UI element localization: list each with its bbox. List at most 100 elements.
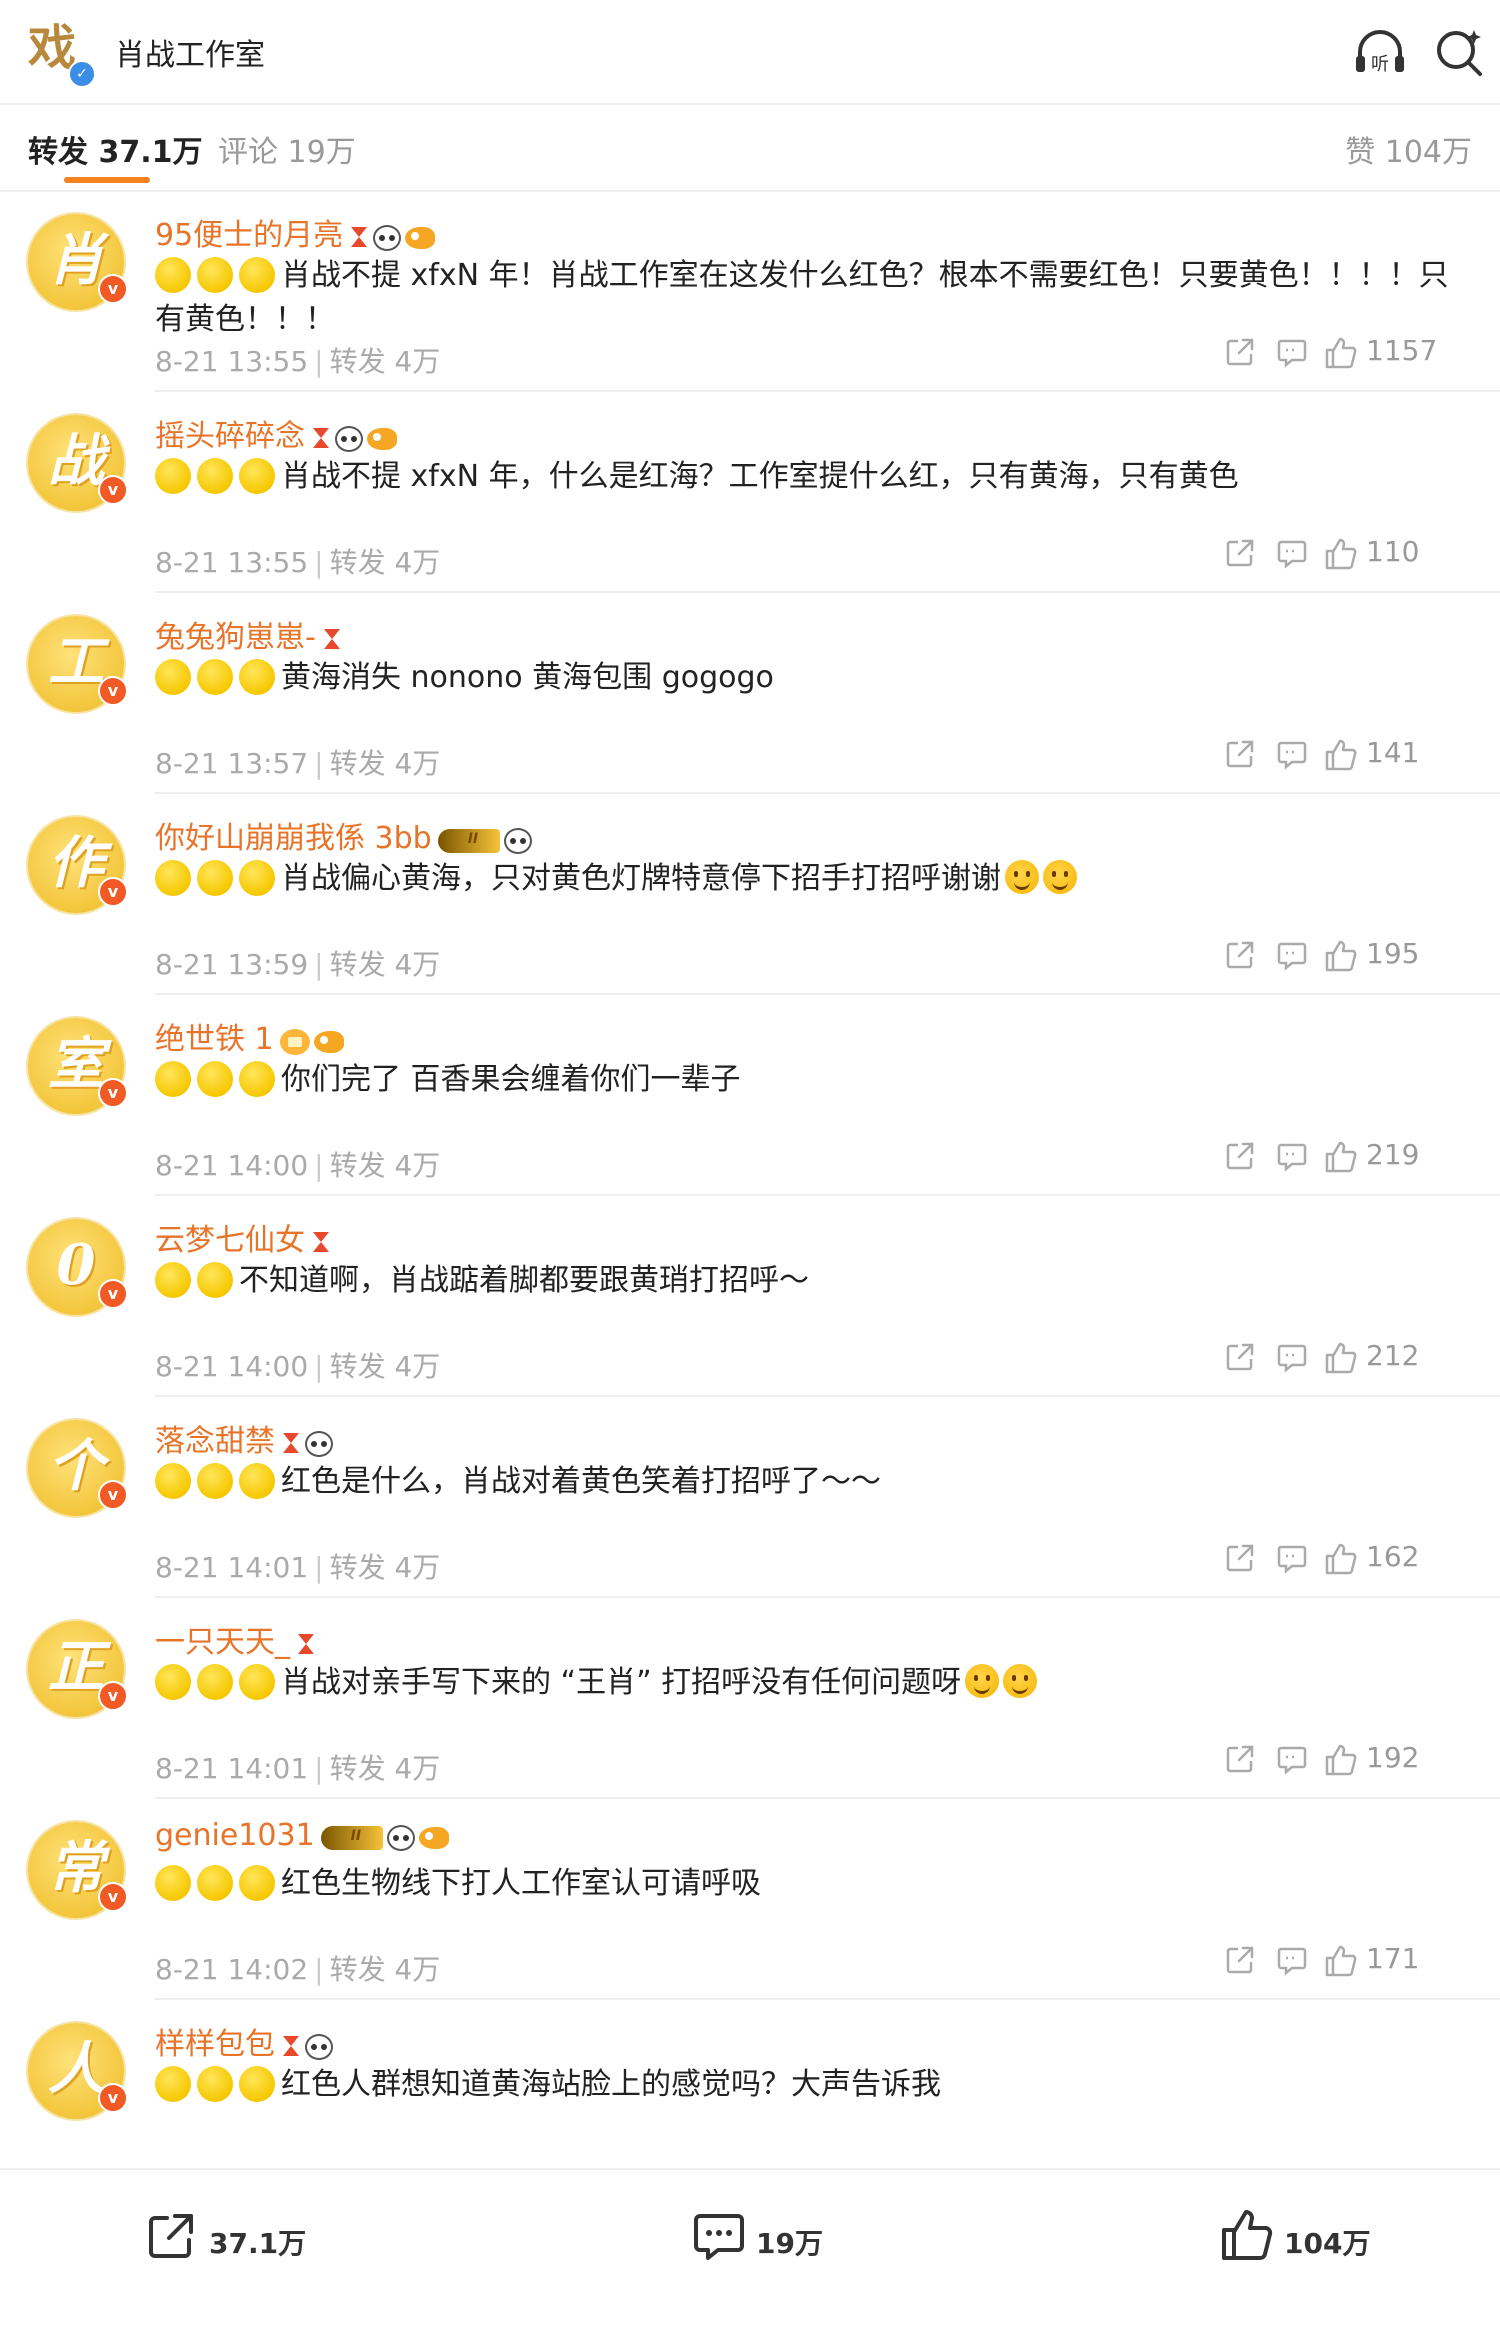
comment-time: 8-21 13:55	[155, 546, 309, 579]
verified-icon: ✓	[68, 60, 96, 88]
yellow-circle-emoji-icon	[197, 1664, 233, 1700]
user-badges	[281, 1425, 337, 1460]
comment-item[interactable]: 正 v 一只天天_ 肖战对亲手写下来的 “王肖” 打招呼没有任何问题呀 8-21…	[0, 1599, 1500, 1799]
yellow-circle-emoji-icon	[239, 458, 275, 494]
comment-like-count: 219	[1366, 1138, 1420, 1171]
commenter-username[interactable]: genie1031	[155, 1818, 315, 1853]
comment-item[interactable]: 常 v genie1031 红色生物线下打人工作室认可请呼吸 8-21 14:0…	[0, 1800, 1500, 2000]
comment-icon	[1277, 1344, 1307, 1373]
yellow-circle-emoji-icon	[197, 1865, 233, 1901]
commenter-avatar[interactable]: 战 v	[28, 415, 128, 511]
fan-level-badge-icon	[279, 1028, 310, 1055]
share-icon	[1226, 1946, 1254, 1974]
meta-separator: |	[314, 1551, 324, 1584]
verified-icon: v	[98, 676, 128, 706]
comment-item[interactable]: 室 v 绝世铁 1 你们完了 百香果会缠着你们一辈子 8-21 14:00 | 转发…	[0, 996, 1500, 1196]
yellow-circle-emoji-icon	[239, 2066, 275, 2102]
user-badges	[311, 420, 401, 455]
commenter-username[interactable]: 兔兔狗崽崽-	[155, 620, 316, 655]
yellow-circle-emoji-icon	[239, 1463, 275, 1499]
listen-icon[interactable]: 听	[1350, 22, 1410, 82]
fish-badge-icon	[367, 427, 397, 450]
commenter-username[interactable]: 摇头碎碎念	[155, 419, 305, 454]
meta-separator: |	[314, 1350, 324, 1383]
comment-text: 红色人群想知道黄海站脸上的感觉吗？大声告诉我	[281, 2067, 941, 2102]
commenter-name-row: genie1031	[155, 1818, 453, 1854]
comment-text: 肖战偏心黄海，只对黄色灯牌特意停下招手打招呼谢谢	[281, 861, 1001, 896]
commenter-avatar[interactable]: 0 v	[28, 1219, 128, 1315]
commenter-username[interactable]: 绝世铁 1	[155, 1022, 274, 1057]
commenter-avatar[interactable]: 工 v	[28, 616, 128, 712]
yellow-circle-emoji-icon	[197, 257, 233, 293]
tab-repost[interactable]: 转发 37.1万	[28, 127, 202, 171]
listen-label: 听	[1371, 54, 1389, 75]
fish-badge-icon	[418, 1826, 449, 1849]
user-badges	[311, 1224, 335, 1259]
meta-separator: |	[314, 345, 324, 378]
tab-comments[interactable]: 评论 19万	[218, 127, 356, 171]
commenter-avatar[interactable]: 正 v	[28, 1621, 128, 1717]
commenter-username[interactable]: 95便士的月亮	[155, 218, 343, 253]
commenter-username[interactable]: 一只天天_	[155, 1625, 290, 1660]
comment-repost-count: 转发 4万	[329, 1953, 441, 1986]
comment-item[interactable]: 个 v 落念甜禁 红色是什么，肖战对着黄色笑着打招呼了～～ 8-21 14:01…	[0, 1398, 1500, 1598]
yellow-circle-emoji-icon	[155, 2066, 191, 2102]
verified-icon: v	[98, 274, 128, 304]
user-badges	[322, 621, 346, 656]
commenter-name-row: 云梦七仙女	[155, 1215, 335, 1259]
commenter-username[interactable]: 样样包包	[155, 2027, 275, 2062]
yellow-circle-emoji-icon	[155, 458, 191, 494]
thumbs-up-icon	[1325, 739, 1357, 771]
commenter-name-row: 你好山崩崩我係 3bb	[155, 813, 536, 857]
comment-actions: 141	[1224, 734, 1484, 774]
yellow-circle-emoji-icon	[197, 2066, 233, 2102]
page-title: 肖战工作室	[115, 38, 265, 73]
commenter-avatar[interactable]: 个 v	[28, 1420, 128, 1516]
commenter-avatar[interactable]: 肖 v	[28, 214, 128, 310]
comment-actions: 219	[1224, 1136, 1484, 1176]
active-tab-indicator	[64, 177, 150, 183]
commenter-avatar[interactable]: 作 v	[28, 817, 128, 913]
comment-item[interactable]: 作 v 你好山崩崩我係 3bb 肖战偏心黄海，只对黄色灯牌特意停下招手打招呼谢谢…	[0, 795, 1500, 995]
yellow-circle-emoji-icon	[155, 1865, 191, 1901]
user-badges	[279, 1023, 348, 1058]
comment-actions: 110	[1224, 533, 1484, 573]
commenter-username[interactable]: 你好山崩崩我係 3bb	[155, 821, 432, 856]
row-divider	[155, 591, 1500, 593]
comment-time: 8-21 14:01	[155, 1551, 309, 1584]
comment-actions: 171	[1224, 1940, 1484, 1980]
comment-icon	[1277, 540, 1307, 569]
comment-text-row: 肖战不提 xfxN 年！肖战工作室在这发什么红色？根本不需要红色！只要黄色！！！…	[155, 254, 1475, 342]
commenter-username[interactable]: 云梦七仙女	[155, 1223, 305, 1258]
comment-item[interactable]: 工 v 兔兔狗崽崽- 黄海消失 nonono 黄海包围 gogogo 8-21 …	[0, 594, 1500, 794]
panda-badge-icon	[503, 827, 532, 854]
meta-separator: |	[314, 948, 324, 981]
commenter-avatar[interactable]: 室 v	[28, 1018, 128, 1114]
comment-like-count: 171	[1366, 1942, 1420, 1975]
yellow-circle-emoji-icon	[155, 659, 191, 695]
tab-likes[interactable]: 赞 104万	[1345, 127, 1472, 171]
comment-text-row: 红色是什么，肖战对着黄色笑着打招呼了～～	[155, 1460, 1475, 1504]
commenter-avatar[interactable]: 常 v	[28, 1822, 128, 1918]
search-icon[interactable]	[1430, 22, 1490, 82]
comment-like-count: 141	[1366, 736, 1420, 769]
commenter-username[interactable]: 落念甜禁	[155, 1424, 275, 1459]
hourglass-badge-icon	[322, 627, 342, 653]
account-avatar[interactable]: 戏 ✓	[28, 18, 96, 88]
yellow-circle-emoji-icon	[239, 860, 275, 896]
comment-repost-count: 转发 4万	[329, 747, 441, 780]
comment-item[interactable]: 肖 v 95便士的月亮 肖战不提 xfxN 年！肖战工作室在这发什么红色？根本不…	[0, 192, 1500, 392]
comment-icon	[1277, 1545, 1307, 1574]
comment-meta: 8-21 13:55 | 转发 4万	[155, 340, 440, 380]
user-badges	[281, 2028, 337, 2063]
bottom-action-bar: 37.1万 19万 104万	[0, 2168, 1500, 2328]
vip-crown-badge-icon	[437, 828, 500, 853]
repost-count: 37.1万	[209, 2227, 307, 2260]
comment-item[interactable]: 0 v 云梦七仙女 不知道啊，肖战踮着脚都要跟黄琑打招呼～ 8-21 14:00…	[0, 1197, 1500, 1397]
comment-item[interactable]: 战 v 摇头碎碎念 肖战不提 xfxN 年，什么是红海？工作室提什么红，只有黄海…	[0, 393, 1500, 593]
comment-icon	[1277, 1143, 1307, 1172]
comment-time: 8-21 13:57	[155, 747, 309, 780]
thumbs-up-icon	[1325, 1945, 1357, 1977]
commenter-avatar[interactable]: 人 v	[28, 2023, 128, 2119]
comment-time: 8-21 13:59	[155, 948, 309, 981]
